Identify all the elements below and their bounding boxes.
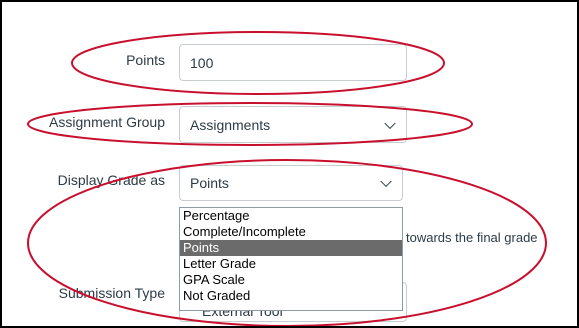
submission-type-label: Submission Type: [58, 285, 165, 301]
option-percentage[interactable]: Percentage: [180, 208, 402, 224]
option-gpa-scale[interactable]: GPA Scale: [180, 272, 402, 288]
points-input[interactable]: 100: [179, 44, 407, 81]
option-letter-grade[interactable]: Letter Grade: [180, 256, 402, 272]
final-grade-text: towards the final grade: [406, 230, 538, 245]
assignment-settings-panel: Points 100 Assignment Group Assignments …: [0, 0, 579, 328]
assignment-group-label: Assignment Group: [49, 114, 165, 130]
display-grade-dropdown: Percentage Complete/Incomplete Points Le…: [179, 207, 403, 311]
chevron-down-icon: [380, 175, 392, 188]
chevron-down-icon: [384, 117, 396, 129]
option-not-graded[interactable]: Not Graded: [180, 288, 402, 304]
points-label: Points: [126, 52, 165, 68]
option-points[interactable]: Points: [180, 240, 402, 256]
points-value: 100: [190, 54, 214, 71]
display-grade-label: Display Grade as: [57, 172, 165, 188]
display-grade-select[interactable]: Points: [179, 165, 403, 201]
option-complete-incomplete[interactable]: Complete/Incomplete: [180, 224, 402, 240]
assignment-group-value: Assignments: [190, 116, 271, 133]
assignment-group-select[interactable]: Assignments: [179, 106, 407, 143]
display-grade-value: Points: [190, 175, 229, 191]
